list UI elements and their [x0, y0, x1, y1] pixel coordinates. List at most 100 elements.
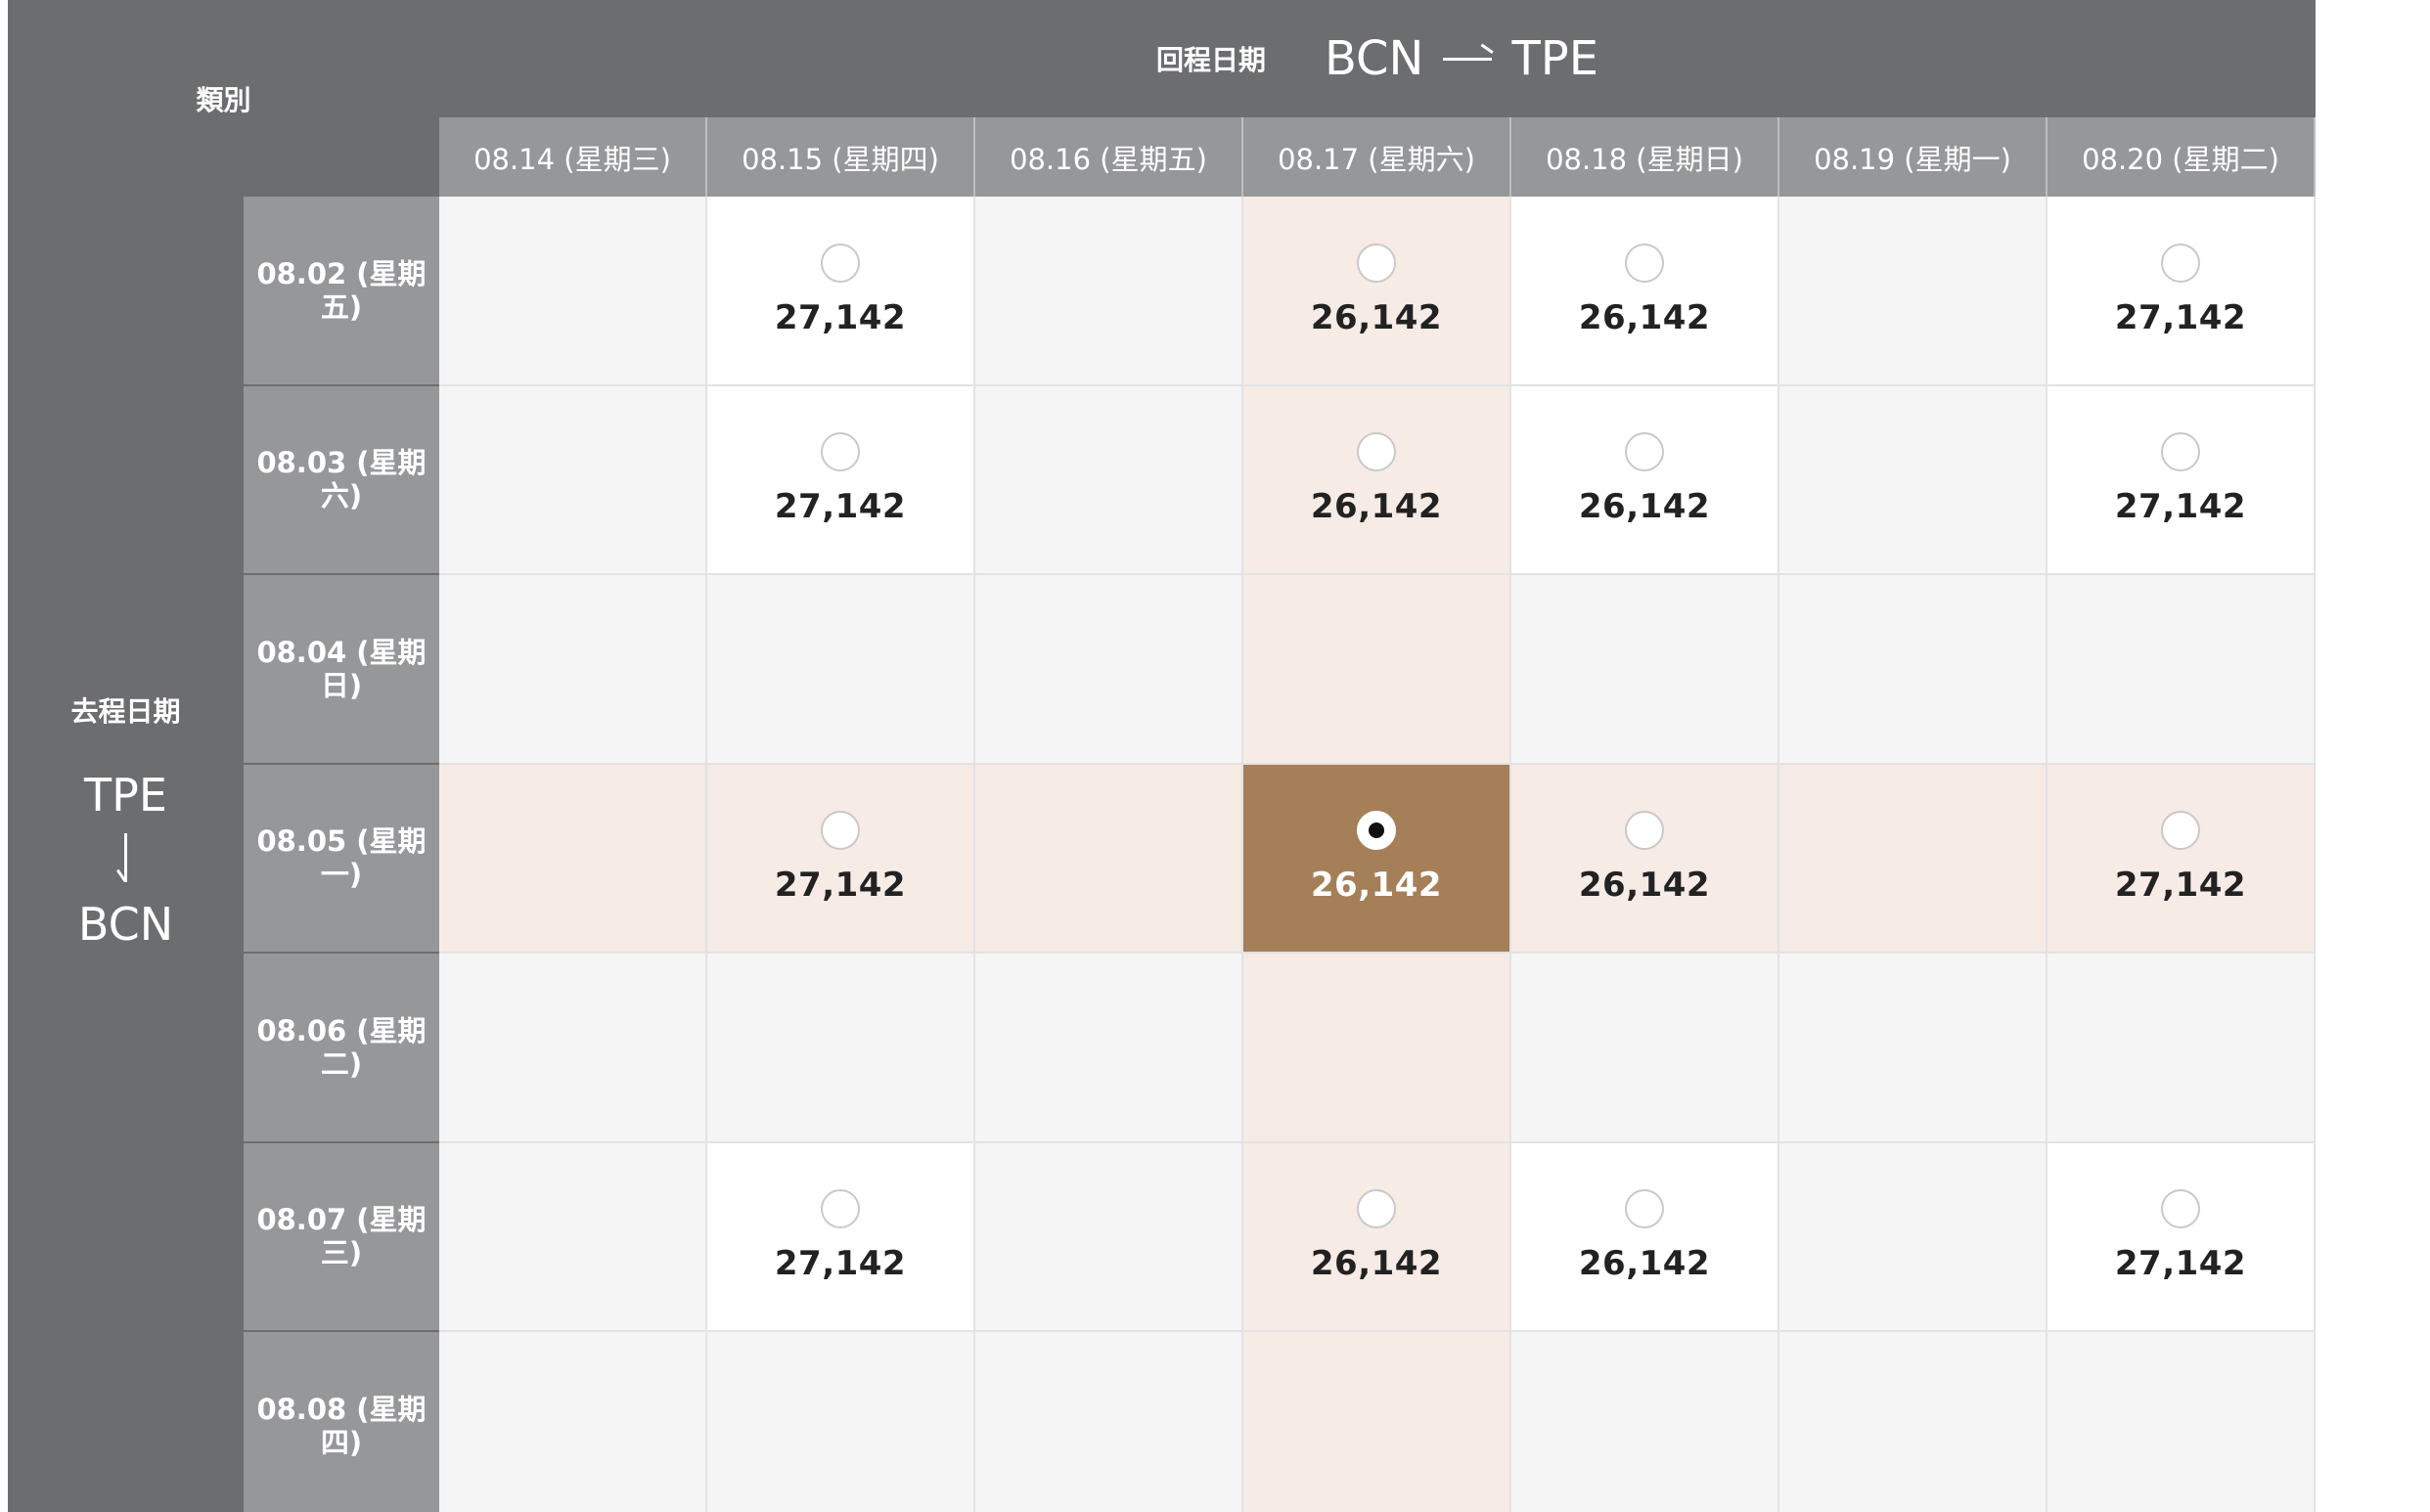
fare-cell-empty	[1511, 575, 1779, 765]
radio-icon[interactable]	[1625, 1189, 1664, 1229]
fare-cell-empty	[1779, 575, 2048, 765]
depart-date-label: 去程日期	[70, 694, 181, 728]
radio-icon[interactable]	[1357, 243, 1396, 283]
depart-destination: BCN	[77, 897, 174, 951]
radio-icon[interactable]	[821, 811, 860, 851]
fare-cell-empty	[1243, 954, 1511, 1143]
fare-cell-empty	[707, 575, 975, 765]
return-date-column-header: 08.17 (星期六)	[1243, 117, 1511, 197]
radio-icon[interactable]	[821, 243, 860, 283]
depart-date-row-header: 08.04 (星期日)	[244, 575, 439, 765]
fare-cell[interactable]: 27,142	[2048, 1142, 2316, 1332]
fare-cell[interactable]: 27,142	[2048, 385, 2316, 575]
fare-cell-empty	[1779, 197, 2048, 386]
radio-icon[interactable]	[821, 1189, 860, 1229]
fare-cell-empty	[1243, 575, 1511, 765]
return-date-column-header: 08.15 (星期四)	[707, 117, 975, 197]
depart-date-row-header: 08.05 (星期一)	[244, 764, 439, 954]
fare-cell[interactable]: 26,142	[1243, 764, 1511, 954]
fare-price: 27,142	[2114, 297, 2247, 337]
fare-cell-empty	[1511, 954, 1779, 1143]
radio-icon[interactable]	[2161, 811, 2200, 851]
fare-cell[interactable]: 27,142	[707, 764, 975, 954]
fare-price: 27,142	[774, 866, 907, 906]
radio-icon[interactable]	[1625, 811, 1664, 851]
radio-icon[interactable]	[821, 432, 860, 472]
category-header: 類別	[8, 0, 439, 197]
fare-price: 27,142	[774, 297, 907, 337]
fare-price: 27,142	[2114, 866, 2247, 906]
fare-cell[interactable]: 27,142	[2048, 197, 2316, 386]
fare-cell[interactable]: 26,142	[1243, 1142, 1511, 1332]
fare-price: 26,142	[1578, 866, 1711, 906]
right-arrow-icon	[1443, 57, 1493, 61]
fare-cell[interactable]: 26,142	[1511, 385, 1779, 575]
fare-cell-empty	[975, 385, 1243, 575]
fare-price: 27,142	[774, 487, 907, 527]
return-date-column-header: 08.19 (星期一)	[1779, 117, 2048, 197]
fare-cell[interactable]: 26,142	[1511, 197, 1779, 386]
depart-date-row-header: 08.08 (星期四)	[244, 1332, 439, 1512]
depart-date-row-header: 08.07 (星期三)	[244, 1142, 439, 1332]
return-date-column-header: 08.20 (星期二)	[2048, 117, 2316, 197]
fare-cell-empty	[439, 1142, 707, 1332]
fare-cell-empty	[439, 575, 707, 765]
fare-cell[interactable]: 27,142	[707, 197, 975, 386]
category-label: 類別	[196, 83, 251, 116]
return-date-column-header: 08.14 (星期三)	[439, 117, 707, 197]
fare-cell[interactable]: 27,142	[707, 385, 975, 575]
return-date-column-header: 08.16 (星期五)	[975, 117, 1243, 197]
fare-cell-empty	[2048, 575, 2316, 765]
fare-cell-empty	[1243, 1332, 1511, 1512]
fare-cell-empty	[1779, 1142, 2048, 1332]
fare-cell-empty	[2048, 954, 2316, 1143]
fare-price: 26,142	[1578, 487, 1711, 527]
radio-selected-icon[interactable]	[1357, 811, 1396, 851]
fare-cell-empty	[439, 197, 707, 386]
fare-cell[interactable]: 26,142	[1243, 385, 1511, 575]
depart-origin: TPE	[84, 768, 167, 822]
radio-icon[interactable]	[1625, 432, 1664, 472]
down-arrow-icon	[124, 832, 127, 882]
fare-cell-empty	[1779, 954, 2048, 1143]
fare-cell-empty	[1511, 1332, 1779, 1512]
return-date-label: 回程日期	[1155, 44, 1266, 76]
return-origin: BCN	[1324, 31, 1424, 86]
radio-icon[interactable]	[1357, 432, 1396, 472]
fare-cell[interactable]: 26,142	[1511, 764, 1779, 954]
fare-cell-empty	[439, 954, 707, 1143]
fare-cell-empty	[439, 1332, 707, 1512]
fare-cell[interactable]: 26,142	[1243, 197, 1511, 386]
fare-cell[interactable]: 27,142	[707, 1142, 975, 1332]
fare-cell-empty	[975, 197, 1243, 386]
radio-icon[interactable]	[2161, 1189, 2200, 1229]
fare-cell-empty	[975, 1332, 1243, 1512]
fare-cell-empty	[2048, 1332, 2316, 1512]
fare-cell-empty	[439, 385, 707, 575]
fare-price: 26,142	[1310, 866, 1443, 906]
radio-icon[interactable]	[1625, 243, 1664, 283]
fare-price: 26,142	[1310, 297, 1443, 337]
fare-price: 26,142	[1310, 1244, 1443, 1284]
fare-cell-empty	[975, 1142, 1243, 1332]
fare-cell-empty	[1779, 385, 2048, 575]
fare-cell-empty	[975, 575, 1243, 765]
depart-date-row-header: 08.03 (星期六)	[244, 385, 439, 575]
fare-cell[interactable]: 27,142	[2048, 764, 2316, 954]
fare-price: 27,142	[2114, 487, 2247, 527]
fare-price: 27,142	[2114, 1244, 2247, 1284]
fare-cell-empty	[707, 1332, 975, 1512]
radio-icon[interactable]	[2161, 432, 2200, 472]
depart-date-row-header: 08.02 (星期五)	[244, 197, 439, 386]
fare-cell-empty	[1779, 1332, 2048, 1512]
fare-cell[interactable]: 26,142	[1511, 1142, 1779, 1332]
fare-cell-empty	[975, 764, 1243, 954]
depart-date-row-header: 08.06 (星期二)	[244, 954, 439, 1143]
radio-icon[interactable]	[1357, 1189, 1396, 1229]
fare-cell-empty	[439, 764, 707, 954]
depart-route: TPE BCN	[78, 769, 173, 951]
fare-cell-empty	[1779, 764, 2048, 954]
return-route: BCN TPE	[1325, 31, 1598, 86]
radio-icon[interactable]	[2161, 243, 2200, 283]
fare-calendar: 類別 回程日期 BCN TPE 去程日期 TPE BCN 08.14 (星期三)…	[0, 0, 2430, 1512]
